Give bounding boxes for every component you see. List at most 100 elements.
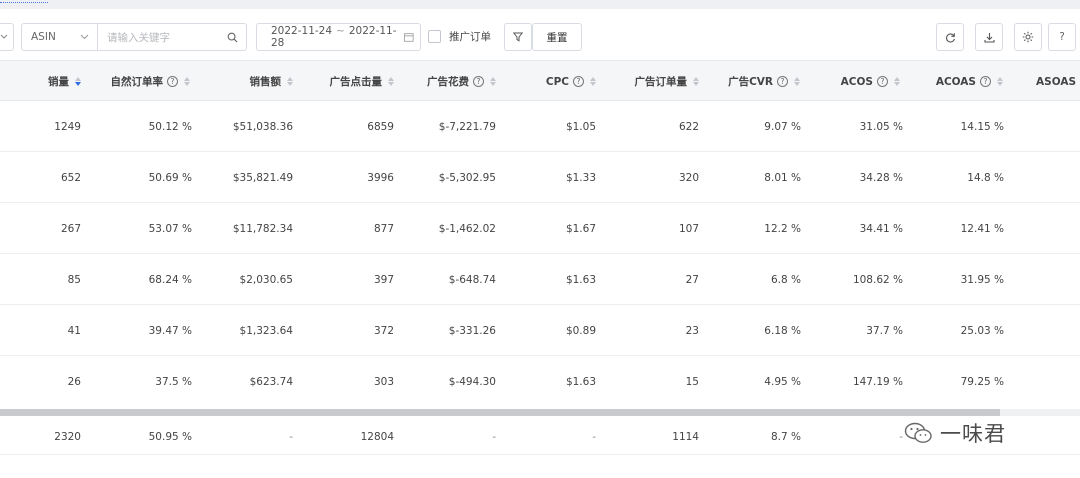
total-cpc: - [592, 430, 596, 443]
table-row[interactable]: 652 50.69 % $35,821.49 3996 $-5,302.95 $… [0, 152, 1080, 203]
cell-sales-amount: $1,323.64 [239, 324, 293, 337]
cell-sales-amount: $51,038.36 [232, 120, 293, 133]
col-header-ad-orders[interactable]: 广告订单量 [596, 61, 699, 102]
cell-ad-orders: 15 [685, 375, 699, 388]
table-row[interactable]: 1249 50.12 % $51,038.36 6859 $-7,221.79 … [0, 101, 1080, 152]
col-header-sales-amount[interactable]: 销售额 [190, 61, 293, 102]
cell-natural-order-rate: 37.5 % [155, 375, 192, 388]
watermark: 一味君 [904, 418, 1006, 448]
cell-ad-spend: $-5,302.95 [438, 171, 496, 184]
download-button[interactable] [975, 23, 1003, 51]
total-sales-amount: - [289, 430, 293, 443]
asin-select-value: ASIN [31, 31, 56, 43]
total-ad-clicks: 12804 [360, 430, 394, 443]
cell-ad-cvr: 9.07 % [764, 120, 801, 133]
filter-icon [513, 32, 523, 42]
cell-sales-qty: 85 [67, 273, 81, 286]
cell-ad-spend: $-648.74 [448, 273, 496, 286]
cell-sales-qty: 267 [60, 222, 81, 235]
cell-natural-order-rate: 39.47 % [148, 324, 192, 337]
keyword-input[interactable]: 请输入关键字 [97, 23, 247, 51]
cell-acoas: 31.95 % [960, 273, 1004, 286]
refresh-button[interactable] [936, 23, 964, 51]
toolbar: ASIN 请输入关键字 2022-11-24 ~2022-11-28 推广订单 重… [0, 21, 1080, 53]
cell-cpc: $1.05 [565, 120, 596, 133]
cell-acoas: 79.25 % [960, 375, 1004, 388]
col-header-ad-cvr[interactable]: 广告CVR ? [699, 61, 800, 102]
cell-natural-order-rate: 53.07 % [148, 222, 192, 235]
total-sales-qty: 2320 [54, 430, 81, 443]
keyword-placeholder: 请输入关键字 [107, 31, 170, 44]
search-icon[interactable] [227, 32, 238, 43]
cell-ad-orders: 23 [685, 324, 699, 337]
cell-acoas: 12.41 % [960, 222, 1004, 235]
help-icon[interactable]: ? [167, 76, 178, 87]
cell-natural-order-rate: 50.69 % [148, 171, 192, 184]
cell-ad-clicks: 372 [373, 324, 394, 337]
cell-ad-spend: $-1,462.02 [438, 222, 496, 235]
reset-button[interactable]: 重置 [532, 23, 582, 51]
table-row[interactable]: 41 39.47 % $1,323.64 372 $-331.26 $0.89 … [0, 305, 1080, 356]
cell-ad-cvr: 8.01 % [764, 171, 801, 184]
cell-acos: 37.7 % [866, 324, 903, 337]
cell-ad-spend: $-7,221.79 [438, 120, 496, 133]
help-icon[interactable]: ? [777, 76, 788, 87]
gear-icon [1022, 31, 1034, 43]
cell-ad-orders: 622 [678, 120, 699, 133]
col-header-natural-order-rate[interactable]: 自然订单率 ? [81, 61, 190, 102]
col-header-ad-spend[interactable]: 广告花费 ? [394, 61, 496, 102]
cell-sales-amount: $623.74 [249, 375, 293, 388]
watermark-text: 一味君 [940, 422, 1006, 446]
settings-button[interactable] [1014, 23, 1042, 51]
cell-acos: 31.05 % [859, 120, 903, 133]
col-header-acos[interactable]: ACOS ? [800, 61, 900, 102]
promo-orders-checkbox[interactable]: 推广订单 [428, 29, 491, 44]
total-ad-spend: - [492, 430, 496, 443]
table-row[interactable]: 267 53.07 % $11,782.34 877 $-1,462.02 $1… [0, 203, 1080, 254]
cell-acos: 147.19 % [852, 375, 903, 388]
col-header-cpc[interactable]: CPC ? [496, 61, 596, 102]
help-icon[interactable]: ? [877, 76, 888, 87]
cell-ad-spend: $-331.26 [448, 324, 496, 337]
table-row[interactable]: 85 68.24 % $2,030.65 397 $-648.74 $1.63 … [0, 254, 1080, 305]
sort-icon[interactable] [997, 77, 1003, 86]
refresh-icon [945, 32, 955, 43]
cell-ad-orders: 320 [678, 171, 699, 184]
help-icon[interactable]: ? [980, 76, 991, 87]
cell-sales-qty: 26 [67, 375, 81, 388]
cell-sales-qty: 1249 [54, 120, 81, 133]
top-link-fragment[interactable] [0, 2, 48, 3]
total-natural-order-rate: 50.95 % [148, 430, 192, 443]
cell-cpc: $1.63 [565, 273, 596, 286]
horizontal-scrollbar-thumb[interactable] [0, 409, 1000, 416]
chevron-down-icon [0, 34, 8, 39]
asin-select[interactable]: ASIN [21, 23, 97, 51]
cell-natural-order-rate: 50.12 % [148, 120, 192, 133]
cell-acoas: 14.15 % [960, 120, 1004, 133]
chevron-down-icon [80, 34, 89, 40]
prev-select-button[interactable] [0, 23, 14, 51]
col-header-ad-clicks[interactable]: 广告点击量 [293, 61, 394, 102]
filter-button[interactable] [504, 23, 532, 51]
wechat-icon [904, 422, 932, 443]
help-icon[interactable]: ? [573, 76, 584, 87]
col-header-sales-qty[interactable]: 销量 [0, 61, 81, 102]
cell-acoas: 14.8 % [967, 171, 1004, 184]
col-header-asoas[interactable]: ASOAS [1036, 61, 1080, 102]
help-icon[interactable]: ? [473, 76, 484, 87]
cell-ad-clicks: 3996 [367, 171, 394, 184]
cell-ad-cvr: 6.18 % [764, 324, 801, 337]
total-ad-cvr: 8.7 % [770, 430, 801, 443]
date-range-picker[interactable]: 2022-11-24 ~2022-11-28 [256, 23, 421, 51]
cell-sales-qty: 41 [67, 324, 81, 337]
cell-ad-clicks: 397 [373, 273, 394, 286]
col-header-acoas[interactable]: ACOAS ? [900, 61, 1003, 102]
table-row[interactable]: 26 37.5 % $623.74 303 $-494.30 $1.63 15 … [0, 356, 1080, 407]
checkbox[interactable] [428, 30, 441, 43]
promo-orders-label: 推广订单 [449, 31, 491, 43]
cell-cpc: $1.67 [565, 222, 596, 235]
cell-ad-cvr: 12.2 % [764, 222, 801, 235]
help-button[interactable]: ? [1048, 23, 1076, 51]
total-acos: - [899, 430, 903, 443]
download-icon [983, 32, 995, 43]
